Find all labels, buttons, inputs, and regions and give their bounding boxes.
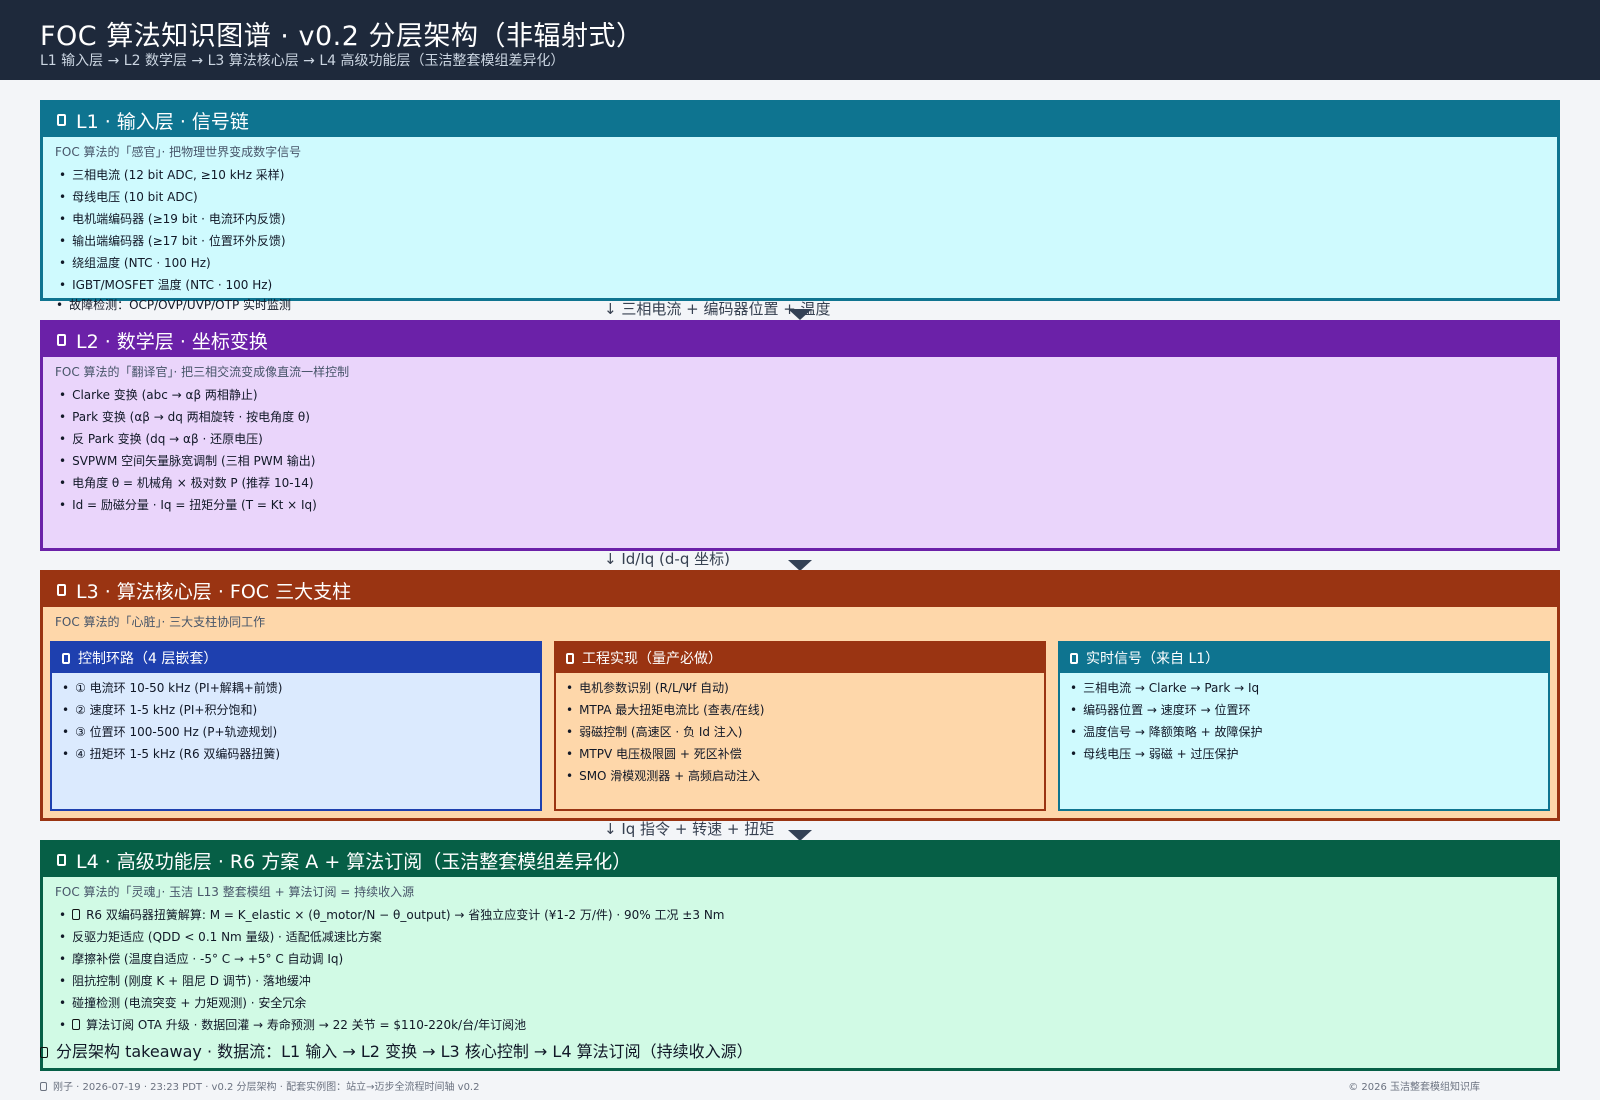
footer-icon [40,1082,47,1091]
footer-meta-text: 刚子 · 2026-07-19 · 23:23 PDT · v0.2 分层架构 … [53,1082,480,1093]
layer-l1-desc: FOC 算法的「感官」· 把物理世界变成数字信号 [55,145,302,159]
layer-l4-header: L4 · 高级功能层 · R6 方案 A + 算法订阅（玉洁整套模组差异化） [43,843,1557,877]
layer-l1-header: L1 · 输入层 · 信号链 [43,103,1557,137]
layer-l4-icon [57,854,66,866]
list-item: 电角度 θ = 机械角 × 极对数 P (推荐 10-14) [59,472,1557,494]
list-item: 阻抗控制 (刚度 K + 阻尼 D 调节) · 落地缓冲 [59,970,1557,992]
layer-l2-title: L2 · 数学层 · 坐标变换 [76,330,268,353]
pillar-list: 电机参数识别 (R/L/Ψf 自动) MTPA 最大扭矩电流比 (查表/在线) … [556,673,1044,787]
list-item: 电机参数识别 (R/L/Ψf 自动) [566,677,1044,699]
layer-l3-title: L3 · 算法核心层 · FOC 三大支柱 [76,580,352,603]
pillar-engineering: 工程实现（量产必做） 电机参数识别 (R/L/Ψf 自动) MTPA 最大扭矩电… [554,641,1046,811]
list-item: MTPV 电压极限圆 + 死区补偿 [566,743,1044,765]
list-item: 绕组温度 (NTC · 100 Hz) [59,252,1557,274]
layer-l3-header: L3 · 算法核心层 · FOC 三大支柱 [43,573,1557,607]
pillar-engineering-header: 工程实现（量产必做） [556,643,1044,673]
pillar-title: 工程实现（量产必做） [582,651,722,667]
list-item: 三相电流 → Clarke → Park → Iq [1070,677,1548,699]
header: FOC 算法知识图谱 · v0.2 分层架构（非辐射式） L1 输入层 → L2… [0,0,1600,80]
layer-l4-advanced: L4 · 高级功能层 · R6 方案 A + 算法订阅（玉洁整套模组差异化） F… [40,840,1560,1071]
item-icon [72,909,81,920]
layer-l2-math: L2 · 数学层 · 坐标变换 FOC 算法的「翻译官」· 把三相交流变成像直流… [40,320,1560,551]
list-item: Id = 励磁分量 · Iq = 扭矩分量 (T = Kt × Iq) [59,494,1557,516]
list-item: SMO 滑模观测器 + 高频启动注入 [566,765,1044,787]
layer-l1-title: L1 · 输入层 · 信号链 [76,110,249,133]
takeaway: 分层架构 takeaway · 数据流：L1 输入 → L2 变换 → L3 核… [40,1038,753,1062]
layer-l3-desc: FOC 算法的「心脏」· 三大支柱协同工作 [55,615,266,629]
layer-l4-title: L4 · 高级功能层 · R6 方案 A + 算法订阅（玉洁整套模组差异化） [76,850,632,873]
flow-label-l2-l3: ↓ Id/Iq (d-q 坐标) [604,550,730,568]
list-item: 温度信号 → 降额策略 + 故障保护 [1070,721,1548,743]
list-item: 摩擦补偿 (温度自适应 · -5° C → +5° C 自动调 Iq) [59,948,1557,970]
layer-l1-input: L1 · 输入层 · 信号链 FOC 算法的「感官」· 把物理世界变成数字信号 … [40,100,1560,301]
list-item: 三相电流 (12 bit ADC, ≥10 kHz 采样) [59,164,1557,186]
takeaway-text: 分层架构 takeaway · 数据流：L1 输入 → L2 变换 → L3 核… [56,1042,753,1061]
layer-l1-icon [57,114,66,126]
list-item: R6 双编码器扭簧解算: M = K_elastic × (θ_motor/N … [59,904,1557,926]
item-icon [72,1019,81,1030]
pillar-control-loops: 控制环路（4 层嵌套） ① 电流环 10-50 kHz (PI+解耦+前馈) ②… [50,641,542,811]
pillar-title: 实时信号（来自 L1） [1086,651,1220,667]
pillar-list: ① 电流环 10-50 kHz (PI+解耦+前馈) ② 速度环 1-5 kHz… [52,673,540,765]
pillar-title: 控制环路（4 层嵌套） [78,651,218,667]
layer-l4-desc: FOC 算法的「灵魂」· 玉洁 L13 整套模组 + 算法订阅 = 持续收入源 [55,885,415,899]
footer-meta: 刚子 · 2026-07-19 · 23:23 PDT · v0.2 分层架构 … [40,1078,479,1093]
list-item: 碰撞检测 (电流突变 + 力矩观测) · 安全冗余 [59,992,1557,1014]
list-item: 算法订阅 OTA 升级 · 数据回灌 → 寿命预测 → 22 关节 = $110… [59,1014,1557,1036]
layer-l1-list: 三相电流 (12 bit ADC, ≥10 kHz 采样) 母线电压 (10 b… [43,164,1557,296]
layer-l4-list: R6 双编码器扭簧解算: M = K_elastic × (θ_motor/N … [43,904,1557,1036]
list-item: 编码器位置 → 速度环 → 位置环 [1070,699,1548,721]
list-item: ② 速度环 1-5 kHz (PI+积分饱和) [62,699,540,721]
pillar-icon [62,652,70,664]
pillar-realtime-signals: 实时信号（来自 L1） 三相电流 → Clarke → Park → Iq 编码… [1058,641,1550,811]
list-item: Park 变换 (αβ → dq 两相旋转 · 按电角度 θ) [59,406,1557,428]
layer-l3-core: L3 · 算法核心层 · FOC 三大支柱 FOC 算法的「心脏」· 三大支柱协… [40,570,1560,821]
page-title: FOC 算法知识图谱 · v0.2 分层架构（非辐射式） [40,21,644,52]
list-item: 故障检测：OCP/OVP/UVP/OTP 实时监测 [40,296,291,313]
pillar-icon [1070,652,1078,664]
list-item: 母线电压 → 弱磁 + 过压保护 [1070,743,1548,765]
list-item: ④ 扭矩环 1-5 kHz (R6 双编码器扭簧) [62,743,540,765]
list-item: 输出端编码器 (≥17 bit · 位置环外反馈) [59,230,1557,252]
pillar-realtime-signals-header: 实时信号（来自 L1） [1060,643,1548,673]
layer-l3-icon [57,584,66,596]
list-item: MTPA 最大扭矩电流比 (查表/在线) [566,699,1044,721]
list-item: Clarke 变换 (abc → αβ 两相静止) [59,384,1557,406]
list-item: IGBT/MOSFET 温度 (NTC · 100 Hz) [59,274,1557,296]
takeaway-icon [40,1047,48,1058]
list-item: ① 电流环 10-50 kHz (PI+解耦+前馈) [62,677,540,699]
list-item: ③ 位置环 100-500 Hz (P+轨迹规划) [62,721,540,743]
pillar-icon [566,652,574,664]
flow-arrow-down-icon [788,309,812,320]
footer-copyright: © 2026 玉洁整套模组知识库 [1348,1082,1480,1093]
layer-l2-header: L2 · 数学层 · 坐标变换 [43,323,1557,357]
list-item: 弱磁控制 (高速区 · 负 Id 注入) [566,721,1044,743]
layer-l2-list: Clarke 变换 (abc → αβ 两相静止) Park 变换 (αβ → … [43,384,1557,516]
list-item: SVPWM 空间矢量脉宽调制 (三相 PWM 输出) [59,450,1557,472]
list-item: 母线电压 (10 bit ADC) [59,186,1557,208]
layer-l2-icon [57,334,66,346]
flow-label-l3-l4: ↓ Iq 指令 + 转速 + 扭矩 [604,820,775,838]
pillar-control-loops-header: 控制环路（4 层嵌套） [52,643,540,673]
list-item: 反驱力矩适应 (QDD < 0.1 Nm 量级) · 适配低减速比方案 [59,926,1557,948]
list-item-text: R6 双编码器扭簧解算: M = K_elastic × (θ_motor/N … [86,908,725,922]
list-item: 电机端编码器 (≥19 bit · 电流环内反馈) [59,208,1557,230]
layer-l2-desc: FOC 算法的「翻译官」· 把三相交流变成像直流一样控制 [55,365,350,379]
list-item-text: 算法订阅 OTA 升级 · 数据回灌 → 寿命预测 → 22 关节 = $110… [86,1018,527,1032]
list-item: 反 Park 变换 (dq → αβ · 还原电压) [59,428,1557,450]
pillar-list: 三相电流 → Clarke → Park → Iq 编码器位置 → 速度环 → … [1060,673,1548,765]
page-subtitle: L1 输入层 → L2 数学层 → L3 算法核心层 → L4 高级功能层（玉洁… [40,53,565,69]
